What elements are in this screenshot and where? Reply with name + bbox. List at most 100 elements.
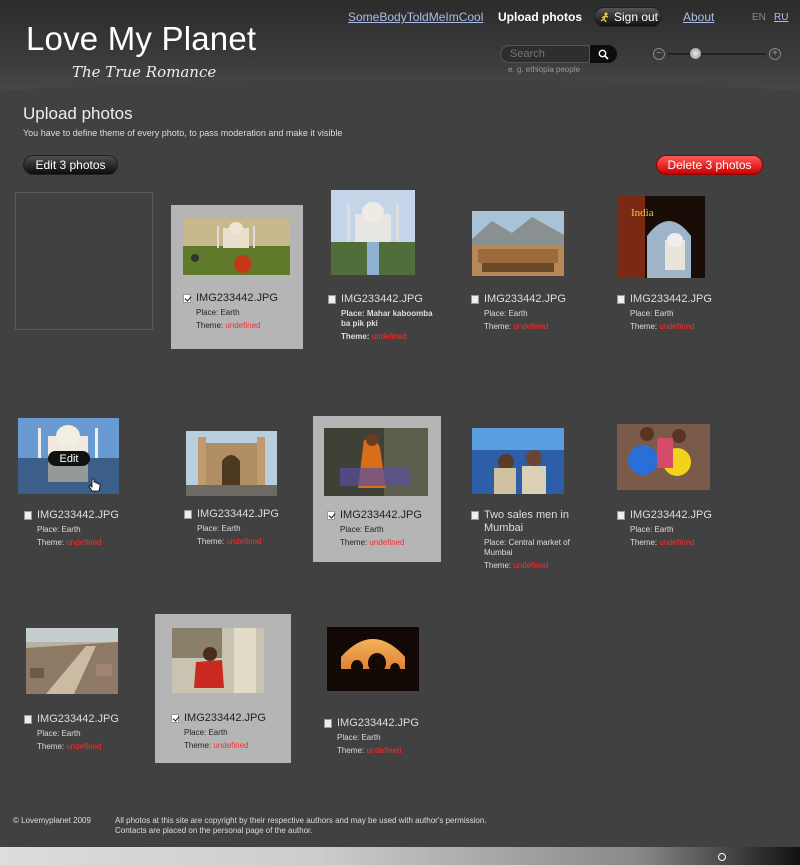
photo-filename[interactable]: IMG233442.JPG	[184, 712, 266, 725]
delete-photos-button[interactable]: Delete 3 photos	[656, 155, 763, 175]
search-hint: e. g. ethiopia people	[508, 65, 581, 74]
photo-filename[interactable]: IMG233442.JPG	[197, 508, 279, 521]
page-subtitle: You have to define theme of every photo,…	[23, 128, 343, 138]
hand-cursor-icon	[88, 478, 101, 492]
upload-drop-area[interactable]	[15, 192, 153, 330]
photo-place: Earth	[508, 309, 528, 318]
search-icon	[598, 49, 609, 60]
photo-caption: IMG233442.JPG Place: Earth Theme: undefi…	[327, 509, 447, 548]
photo-place: Earth	[654, 525, 674, 534]
photo-filename[interactable]: IMG233442.JPG	[630, 293, 712, 306]
zoom-slider-track[interactable]	[668, 53, 766, 55]
nav-user-link[interactable]: SomeBodyToldMeImCool	[348, 10, 483, 24]
zoom-out-icon[interactable]: −	[653, 48, 665, 60]
photo-select-checkbox[interactable]	[471, 295, 479, 304]
photo-filename[interactable]: IMG233442.JPG	[337, 717, 419, 730]
photo-caption: IMG233442.JPG Place: Earth Theme: undefi…	[24, 713, 144, 752]
photo-select-checkbox[interactable]	[617, 511, 625, 520]
photo-select-checkbox[interactable]	[327, 511, 335, 520]
photo-thumbnail[interactable]	[327, 627, 419, 691]
signout-button[interactable]: Sign out	[594, 7, 662, 27]
footer-notice: All photos at this site are copyright by…	[115, 816, 487, 836]
zoom-slider-handle[interactable]	[690, 48, 701, 59]
photo-theme[interactable]: undefined	[659, 538, 694, 547]
photo-filename[interactable]: IMG233442.JPG	[341, 293, 423, 306]
nav-upload-photos[interactable]: Upload photos	[498, 10, 582, 24]
page-title: Upload photos	[23, 104, 133, 123]
photo-filename[interactable]: IMG233442.JPG	[37, 509, 119, 522]
photo-caption: IMG233442.JPG Place: Mahar kaboomba ba p…	[328, 293, 440, 342]
runner-icon	[600, 12, 609, 22]
photo-theme[interactable]: undefined	[66, 538, 101, 547]
photo-caption: IMG233442.JPG Place: Earth Theme: undefi…	[324, 717, 444, 756]
photo-caption: IMG233442.JPG Place: Earth Theme: undefi…	[617, 509, 737, 548]
photo-caption: IMG233442.JPG Place: Earth Theme: undefi…	[184, 508, 304, 547]
photo-theme[interactable]: undefined	[366, 746, 401, 755]
photo-theme[interactable]: undefined	[226, 537, 261, 546]
photo-select-checkbox[interactable]	[184, 510, 192, 519]
photo-theme[interactable]: undefined	[659, 322, 694, 331]
photo-caption: Two sales men in Mumbai Place: Central m…	[471, 509, 581, 571]
photo-select-checkbox[interactable]	[171, 714, 179, 723]
bottom-ring-icon	[718, 853, 726, 861]
zoom-in-icon[interactable]: +	[769, 48, 781, 60]
photo-thumbnail[interactable]	[172, 628, 264, 693]
photo-select-checkbox[interactable]	[24, 715, 32, 724]
photo-filename[interactable]: IMG233442.JPG	[37, 713, 119, 726]
photo-caption: IMG233442.JPG Place: Earth Theme: undefi…	[24, 509, 144, 548]
photo-filename[interactable]: IMG233442.JPG	[630, 509, 712, 522]
photo-caption: IMG233442.JPG Place: Earth Theme: undefi…	[617, 293, 737, 332]
lang-en[interactable]: EN	[752, 12, 766, 23]
photo-theme[interactable]: undefined	[513, 322, 548, 331]
photo-place: Earth	[220, 308, 240, 317]
search-button[interactable]	[590, 45, 617, 63]
photo-thumbnail[interactable]	[324, 428, 428, 496]
bottom-bar	[0, 847, 800, 865]
photo-thumbnail[interactable]	[331, 190, 415, 275]
thumb-title-india: India	[631, 207, 654, 219]
photo-thumbnail[interactable]	[472, 211, 564, 276]
photo-theme[interactable]: undefined	[213, 741, 248, 750]
lang-ru[interactable]: RU	[774, 12, 788, 23]
photo-theme[interactable]: undefined	[225, 321, 260, 330]
photo-thumbnail[interactable]	[183, 218, 290, 275]
photo-thumbnail[interactable]	[186, 431, 277, 496]
photo-theme[interactable]: undefined	[369, 538, 404, 547]
photo-select-checkbox[interactable]	[324, 719, 332, 728]
photo-place: Earth	[61, 729, 81, 738]
photo-place: Earth	[208, 728, 228, 737]
photo-place: Earth	[61, 525, 81, 534]
footer-copyright: © Lovemyplanet 2009	[13, 816, 91, 825]
photo-caption: IMG233442.JPG Place: Earth Theme: undefi…	[183, 292, 303, 331]
photo-filename[interactable]: IMG233442.JPG	[340, 509, 422, 522]
photo-thumbnail[interactable]	[472, 428, 564, 494]
site-logo[interactable]: Love My Planet	[26, 20, 256, 58]
photo-select-checkbox[interactable]	[183, 294, 191, 303]
photo-caption: IMG233442.JPG Place: Earth Theme: undefi…	[471, 293, 591, 332]
photo-filename[interactable]: Two sales men in Mumbai	[484, 509, 581, 535]
photo-theme[interactable]: undefined	[372, 332, 407, 341]
photo-select-checkbox[interactable]	[471, 511, 479, 520]
signout-label: Sign out	[613, 10, 659, 24]
photo-thumbnail[interactable]	[26, 628, 118, 694]
search-input[interactable]	[500, 45, 590, 63]
nav-about-link[interactable]: About	[683, 10, 714, 24]
photo-place: Earth	[654, 309, 674, 318]
photo-select-checkbox[interactable]	[617, 295, 625, 304]
photo-theme[interactable]: undefined	[513, 561, 548, 570]
photo-place: Earth	[364, 525, 384, 534]
photo-thumbnail[interactable]	[617, 424, 710, 490]
footer-notice-line2: Contacts are placed on the personal page…	[115, 826, 313, 835]
edit-overlay-button[interactable]: Edit	[48, 451, 90, 466]
photo-select-checkbox[interactable]	[328, 295, 336, 304]
photo-place: Earth	[221, 524, 241, 533]
photo-thumbnail[interactable]: India	[617, 196, 705, 278]
photo-filename[interactable]: IMG233442.JPG	[484, 293, 566, 306]
photo-theme[interactable]: undefined	[66, 742, 101, 751]
site-tagline: The True Romance	[72, 63, 217, 81]
photo-caption: IMG233442.JPG Place: Earth Theme: undefi…	[171, 712, 291, 751]
edit-photos-button[interactable]: Edit 3 photos	[23, 155, 118, 175]
footer-notice-line1: All photos at this site are copyright by…	[115, 816, 487, 825]
photo-select-checkbox[interactable]	[24, 511, 32, 520]
photo-filename[interactable]: IMG233442.JPG	[196, 292, 278, 305]
